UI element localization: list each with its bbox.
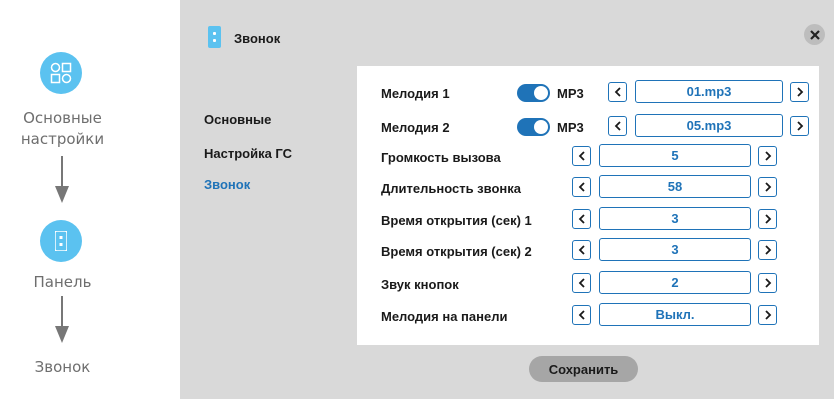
chevron-left-icon (578, 214, 585, 224)
chevron-left-icon (614, 87, 621, 97)
call-volume-next-button[interactable] (758, 146, 777, 166)
ring-duration-next-button[interactable] (758, 177, 777, 197)
open-time-1-value: 3 (599, 207, 751, 230)
melody2-label: Мелодия 2 (381, 120, 450, 135)
chevron-left-icon (578, 310, 585, 320)
close-button[interactable] (804, 24, 825, 45)
melody1-prev-button[interactable] (608, 82, 627, 102)
nav-item-basic[interactable]: Основные (204, 112, 271, 127)
melody2-format: MP3 (557, 120, 584, 135)
button-sound-next-button[interactable] (758, 273, 777, 293)
settings-panel: Мелодия 1 MP3 01.mp3 Мелодия 2 MP3 05.mp… (357, 66, 819, 345)
chevron-right-icon (764, 182, 771, 192)
melody2-next-button[interactable] (790, 116, 809, 136)
chevron-left-icon (578, 151, 585, 161)
chevron-right-icon (764, 278, 771, 288)
nav-item-gs-settings[interactable]: Настройка ГС (204, 146, 292, 161)
doorbell-panel-icon (40, 220, 82, 262)
chevron-left-icon (578, 245, 585, 255)
melody1-toggle[interactable] (517, 84, 550, 102)
call-volume-prev-button[interactable] (572, 146, 591, 166)
chevron-right-icon (764, 214, 771, 224)
melody1-value: 01.mp3 (635, 80, 783, 103)
chevron-right-icon (764, 310, 771, 320)
window-title: Звонок (234, 31, 281, 46)
down-arrow-icon (55, 296, 69, 343)
call-volume-value: 5 (599, 144, 751, 167)
melody2-toggle[interactable] (517, 118, 550, 136)
button-sound-prev-button[interactable] (572, 273, 591, 293)
button-sound-value: 2 (599, 271, 751, 294)
open-time-2-prev-button[interactable] (572, 240, 591, 260)
button-sound-label: Звук кнопок (381, 277, 459, 292)
chevron-left-icon (614, 121, 621, 131)
open-time-1-prev-button[interactable] (572, 209, 591, 229)
chevron-left-icon (578, 278, 585, 288)
chevron-right-icon (764, 151, 771, 161)
panel-melody-value: Выкл. (599, 303, 751, 326)
melody2-value: 05.mp3 (635, 114, 783, 137)
chevron-right-icon (796, 121, 803, 131)
save-button[interactable]: Сохранить (529, 356, 638, 382)
wizard-flow: Основные настройки Панель Звонок (0, 0, 125, 399)
open-time-2-label: Время открытия (сек) 2 (381, 244, 532, 259)
melody2-prev-button[interactable] (608, 116, 627, 136)
melody1-label: Мелодия 1 (381, 86, 450, 101)
flow-step-basic-settings: Основные настройки (20, 109, 105, 148)
chevron-right-icon (796, 87, 803, 97)
melody1-next-button[interactable] (790, 82, 809, 102)
chevron-right-icon (764, 245, 771, 255)
melody1-format: MP3 (557, 86, 584, 101)
settings-grid-icon (40, 52, 82, 94)
flow-step-ring: Звонок (34, 358, 91, 376)
settings-window: Звонок Основные Настройка ГС Звонок Мело… (180, 0, 834, 399)
open-time-2-value: 3 (599, 238, 751, 261)
panel-melody-label: Мелодия на панели (381, 309, 508, 324)
ring-duration-prev-button[interactable] (572, 177, 591, 197)
open-time-2-next-button[interactable] (758, 240, 777, 260)
panel-melody-prev-button[interactable] (572, 305, 591, 325)
flow-step-panel: Панель (33, 273, 92, 291)
ring-duration-value: 58 (599, 175, 751, 198)
open-time-1-next-button[interactable] (758, 209, 777, 229)
panel-melody-next-button[interactable] (758, 305, 777, 325)
call-volume-label: Громкость вызова (381, 150, 501, 165)
doorbell-icon (208, 26, 221, 48)
nav-item-ring[interactable]: Звонок (204, 177, 250, 192)
down-arrow-icon (55, 156, 69, 203)
open-time-1-label: Время открытия (сек) 1 (381, 213, 532, 228)
close-icon (809, 29, 820, 40)
ring-duration-label: Длительность звонка (381, 181, 521, 196)
chevron-left-icon (578, 182, 585, 192)
